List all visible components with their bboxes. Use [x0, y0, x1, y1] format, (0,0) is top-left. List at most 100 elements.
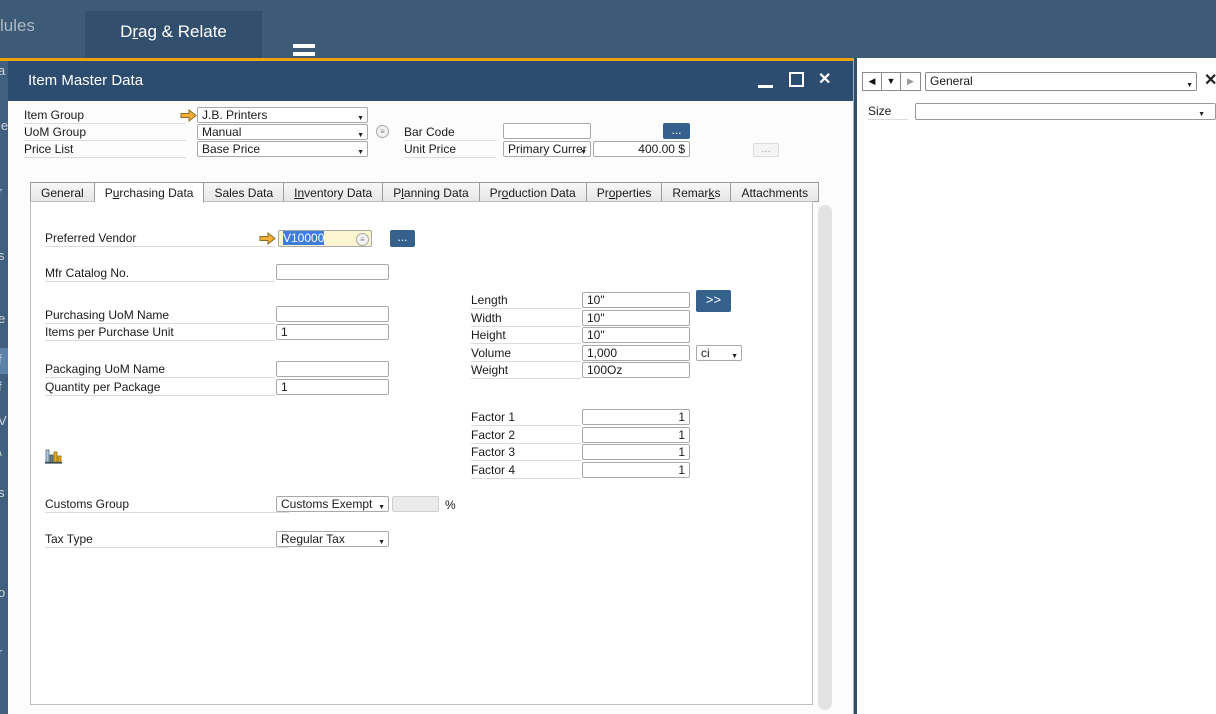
maximize-icon[interactable]	[789, 72, 804, 87]
purchasing-data-panel: Preferred Vendor V10000 ≡ ... Mfr Catalo…	[30, 201, 813, 705]
side-panel-close-icon[interactable]: ✕	[1204, 70, 1216, 90]
window-title: Item Master Data	[28, 72, 143, 89]
menu-fragment: \	[0, 444, 2, 459]
tab-drag-and-relate[interactable]: Drag & Relate	[85, 11, 262, 58]
chevron-down-icon: ▼	[357, 129, 364, 140]
side-panel: ◀ ▼ ▶ General▼ ✕ Size ▼	[857, 58, 1216, 714]
mfr-catalog-input[interactable]	[276, 264, 389, 280]
menu-fragment: a	[0, 63, 5, 78]
tab-remarks[interactable]: Remarks	[662, 182, 731, 202]
item-group-select[interactable]: J.B. Printers▼	[197, 107, 368, 123]
tax-type-label: Tax Type	[45, 532, 289, 548]
tab-planning-data[interactable]: Planning Data	[383, 182, 479, 202]
choose-from-list-icon[interactable]: ≡	[356, 233, 369, 246]
length-input[interactable]: 10"	[582, 292, 690, 308]
chevron-down-icon: ▼	[1198, 108, 1205, 120]
minimize-icon[interactable]	[758, 85, 773, 88]
bar-chart-icon[interactable]	[45, 448, 63, 465]
factor1-input[interactable]: 1	[582, 409, 690, 425]
mfr-catalog-label: Mfr Catalog No.	[45, 266, 275, 282]
height-label: Height	[471, 328, 581, 344]
weight-input[interactable]: 100Oz	[582, 362, 690, 378]
width-label: Width	[471, 311, 581, 327]
chevron-down-icon: ▼	[580, 146, 587, 157]
item-master-tabs: General Purchasing Data Sales Data Inven…	[30, 182, 819, 202]
expand-dimensions-button[interactable]: >>	[696, 290, 731, 312]
bar-code-input[interactable]	[503, 123, 591, 139]
chevron-down-icon: ▼	[1186, 79, 1193, 91]
chevron-down-icon: ▼	[378, 501, 385, 512]
weight-label: Weight	[471, 363, 581, 379]
nav-previous-icon[interactable]: ◀	[863, 73, 882, 90]
tab-modules-partial[interactable]: lules	[0, 16, 34, 42]
tab-sales-data[interactable]: Sales Data	[204, 182, 284, 202]
menu-fragment: f	[0, 352, 2, 367]
unit-price-currency-select[interactable]: Primary Currer▼	[503, 141, 591, 157]
tab-production-data[interactable]: Production Data	[480, 182, 587, 202]
height-input[interactable]: 10"	[582, 327, 690, 343]
packaging-uom-label: Packaging UoM Name	[45, 362, 275, 378]
percent-suffix: %	[445, 498, 456, 512]
customs-group-select[interactable]: Customs Exempt▼	[276, 496, 389, 512]
unit-price-input[interactable]: 400.00 $	[593, 141, 690, 157]
customs-percent-input	[392, 496, 439, 512]
factor1-label: Factor 1	[471, 410, 581, 426]
qty-per-package-label: Quantity per Package	[45, 380, 275, 396]
tab-purchasing-data[interactable]: Purchasing Data	[95, 182, 205, 203]
items-per-unit-input[interactable]: 1	[276, 324, 389, 340]
width-input[interactable]: 10"	[582, 310, 690, 326]
purchasing-uom-label: Purchasing UoM Name	[45, 308, 275, 324]
close-icon[interactable]: ✕	[818, 69, 831, 89]
size-select[interactable]: ▼	[915, 103, 1216, 120]
menu-fragment: r	[0, 184, 2, 199]
side-view-select[interactable]: General▼	[925, 72, 1197, 91]
preferred-vendor-input[interactable]: V10000 ≡	[278, 230, 372, 247]
nav-dropdown-icon[interactable]: ▼	[882, 73, 901, 90]
tax-type-select[interactable]: Regular Tax▼	[276, 531, 389, 547]
tab-inventory-data[interactable]: Inventory Data	[284, 182, 383, 202]
menu-fragment: r	[0, 645, 2, 660]
price-list-label: Price List	[24, 142, 186, 158]
factor2-input[interactable]: 1	[582, 427, 690, 443]
packaging-uom-input[interactable]	[276, 361, 389, 377]
top-application-bar: lules Drag & Relate	[0, 0, 1216, 58]
length-label: Length	[471, 293, 581, 309]
factor3-label: Factor 3	[471, 445, 581, 461]
bar-code-more-button[interactable]: ...	[663, 123, 690, 139]
menu-fragment: o	[0, 585, 5, 600]
volume-input[interactable]: 1,000	[582, 345, 690, 361]
window-grip-icon[interactable]	[293, 52, 315, 56]
list-details-icon[interactable]: ≡	[376, 125, 389, 138]
unit-price-more-button[interactable]: ...	[753, 143, 779, 157]
uom-group-select[interactable]: Manual▼	[197, 124, 368, 140]
customs-group-label: Customs Group	[45, 497, 289, 513]
purchasing-uom-input[interactable]	[276, 306, 389, 322]
menu-fragment: e	[0, 311, 5, 326]
chevron-down-icon: ▼	[378, 536, 385, 547]
link-arrow-icon[interactable]	[180, 109, 197, 122]
preferred-vendor-more-button[interactable]: ...	[390, 230, 415, 247]
menu-fragment: s	[0, 248, 5, 263]
item-group-label: Item Group	[24, 108, 186, 124]
modules-menu-edge: a le r s e f f V \ s o r	[0, 61, 8, 714]
price-list-select[interactable]: Base Price▼	[197, 141, 368, 157]
link-arrow-icon[interactable]	[259, 232, 276, 245]
volume-unit-select[interactable]: ci▼	[696, 345, 742, 361]
menu-fragment: le	[0, 118, 8, 133]
size-label: Size	[868, 104, 908, 120]
tab-general[interactable]: General	[30, 182, 95, 202]
item-master-data-titlebar: Item Master Data ✕	[8, 61, 853, 101]
factor4-input[interactable]: 1	[582, 462, 690, 478]
factor3-input[interactable]: 1	[582, 444, 690, 460]
chevron-down-icon: ▼	[357, 112, 364, 123]
tab-properties[interactable]: Properties	[587, 182, 663, 202]
vertical-scrollbar[interactable]	[818, 205, 832, 710]
uom-group-label: UoM Group	[24, 125, 186, 141]
factor2-label: Factor 2	[471, 428, 581, 444]
factor4-label: Factor 4	[471, 463, 581, 479]
nav-next-icon[interactable]: ▶	[901, 73, 920, 90]
qty-per-package-input[interactable]: 1	[276, 379, 389, 395]
tab-attachments[interactable]: Attachments	[731, 182, 819, 202]
items-per-unit-label: Items per Purchase Unit	[45, 325, 275, 341]
window-grip-icon[interactable]	[293, 44, 315, 48]
